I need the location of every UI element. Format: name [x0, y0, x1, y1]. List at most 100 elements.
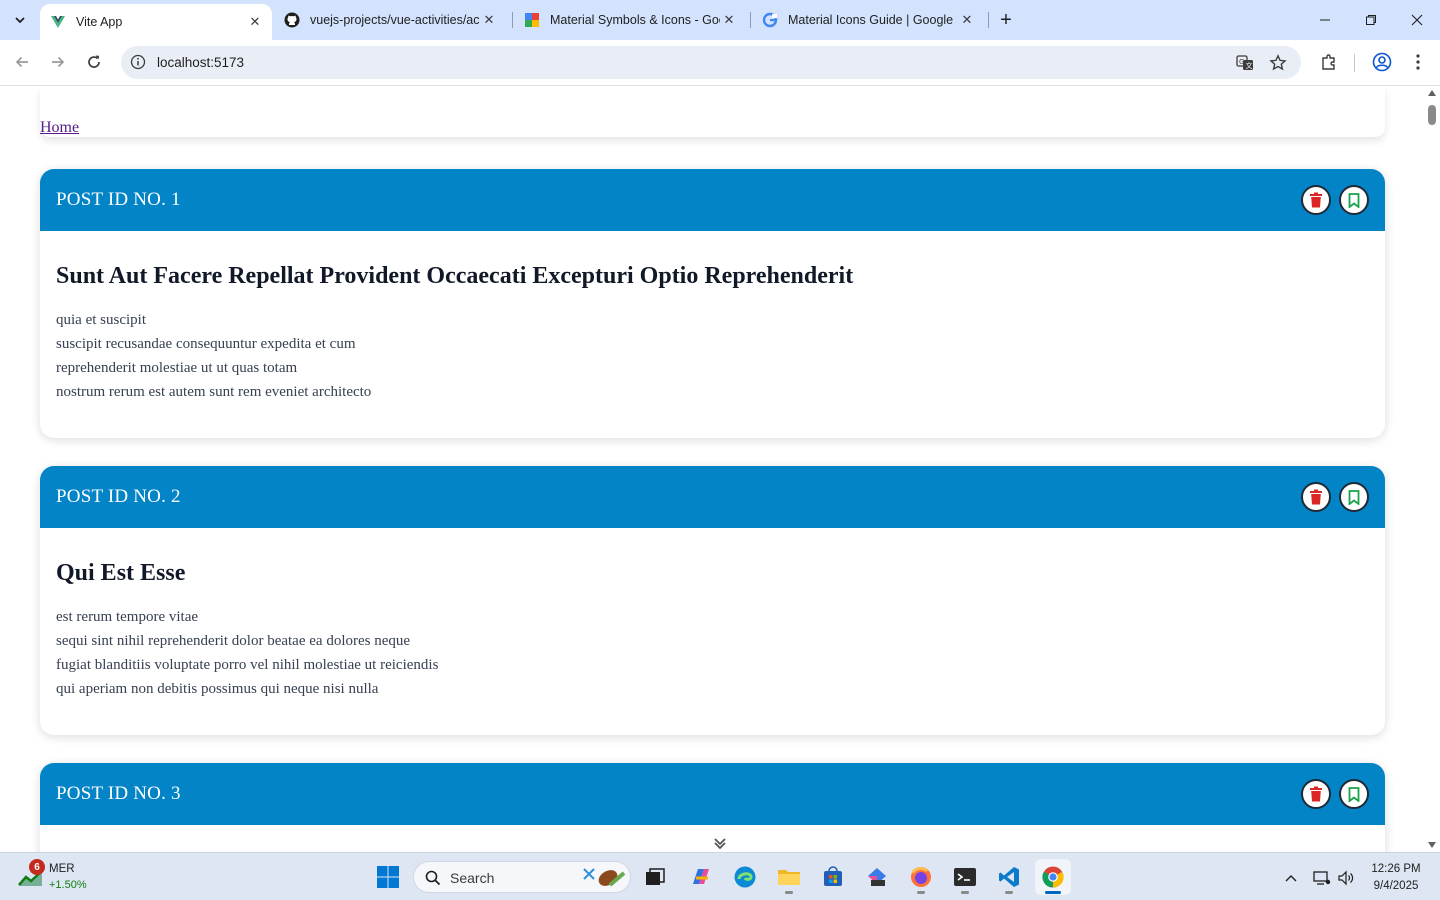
running-indicator	[961, 891, 969, 894]
new-tab-button[interactable]: +	[994, 8, 1018, 32]
task-view-icon	[646, 868, 665, 885]
folder-icon	[778, 870, 800, 885]
svg-text:文: 文	[1246, 61, 1253, 70]
start-button[interactable]	[370, 859, 406, 895]
vertical-scrollbar[interactable]	[1424, 87, 1440, 852]
tab-material-icons-guide[interactable]: Material Icons Guide | Google ✕	[762, 0, 984, 40]
reload-icon	[88, 55, 100, 68]
post-card: POST ID NO. 2 Qui Est Esse est rerum tem…	[40, 466, 1385, 735]
scroll-up-arrow[interactable]	[1428, 90, 1436, 96]
scroll-down-arrow[interactable]	[1428, 842, 1436, 848]
bookmark-icon	[1348, 786, 1360, 802]
restore-icon	[1366, 15, 1376, 25]
tab-title: Material Symbols & Icons - Goo	[550, 13, 720, 27]
site-info-icon[interactable]	[129, 53, 147, 71]
extensions-icon[interactable]	[1316, 49, 1342, 75]
search-icon	[425, 870, 441, 886]
address-bar[interactable]: localhost:5173 G文	[121, 46, 1301, 79]
post-body: est rerum tempore vitae sequi sint nihil…	[56, 609, 439, 697]
translate-icon[interactable]: G文	[1234, 52, 1256, 74]
close-tab-icon[interactable]: ✕	[480, 11, 498, 29]
tab-search-button[interactable]	[6, 6, 34, 34]
bookmark-icon	[1348, 192, 1360, 208]
top-navbar: Home	[40, 87, 1385, 137]
volume-icon[interactable]	[1335, 867, 1357, 889]
network-icon[interactable]	[1311, 867, 1333, 889]
reload-button[interactable]	[80, 48, 108, 76]
taskbar-vscode[interactable]	[991, 859, 1027, 895]
taskbar-search[interactable]: Search	[413, 861, 631, 893]
trash-icon	[1310, 786, 1322, 802]
post-id-label: POST ID NO. 2	[56, 486, 181, 507]
tab-vite-app[interactable]: Vite App ✕	[40, 4, 272, 40]
close-window-button[interactable]	[1394, 0, 1440, 40]
post-title: Qui Est Esse	[56, 560, 186, 586]
taskbar-edge[interactable]	[727, 859, 763, 895]
post-body: quia et suscipit suscipit recusandae con…	[56, 312, 372, 400]
search-label: Search	[450, 870, 495, 886]
taskbar-terminal[interactable]	[947, 859, 983, 895]
stock-symbol: MER	[49, 863, 75, 875]
arrow-back-icon	[15, 56, 28, 68]
page-viewport: Home POST ID NO. 1 Sunt Aut Facere Repel…	[0, 87, 1424, 852]
tab-title: vuejs-projects/vue-activities/ac	[310, 13, 480, 27]
taskbar-file-explorer[interactable]	[771, 859, 807, 895]
m365-icon	[868, 868, 886, 886]
task-view-button[interactable]	[637, 859, 673, 895]
minimize-button[interactable]	[1302, 0, 1348, 40]
back-button[interactable]	[8, 48, 36, 76]
post-id-label: POST ID NO. 3	[56, 783, 181, 804]
taskbar-chrome[interactable]	[1035, 859, 1071, 895]
bookmark-post-button[interactable]	[1339, 185, 1369, 215]
tab-github[interactable]: vuejs-projects/vue-activities/ac ✕	[284, 0, 506, 40]
bookmark-star-icon[interactable]	[1267, 52, 1289, 74]
tab-separator	[988, 12, 989, 28]
double-chevron-down-icon	[714, 838, 726, 850]
github-icon	[284, 12, 300, 28]
close-icon	[1411, 14, 1423, 26]
close-tab-icon[interactable]: ✕	[246, 13, 264, 31]
tab-separator	[512, 12, 513, 28]
edge-icon	[734, 866, 756, 888]
store-icon	[824, 866, 842, 886]
post-card: POST ID NO. 1 Sunt Aut Facere Repellat P…	[40, 169, 1385, 438]
profile-icon[interactable]	[1369, 49, 1395, 75]
forward-button[interactable]	[44, 48, 72, 76]
delete-post-button[interactable]	[1301, 482, 1331, 512]
close-tab-icon[interactable]: ✕	[958, 11, 976, 29]
close-tab-icon[interactable]: ✕	[720, 11, 738, 29]
terminal-icon	[954, 868, 976, 886]
clock-date: 9/4/2025	[1373, 880, 1419, 892]
tab-separator	[750, 12, 751, 28]
restore-button[interactable]	[1348, 0, 1394, 40]
bookmark-post-button[interactable]	[1339, 482, 1369, 512]
url-text: localhost:5173	[157, 55, 245, 70]
google-icon	[762, 12, 778, 28]
post-card-body: Qui Est Esse est rerum tempore vitae seq…	[40, 528, 1385, 735]
home-link[interactable]: Home	[40, 119, 79, 137]
taskbar-firefox[interactable]	[903, 859, 939, 895]
running-indicator	[1005, 891, 1013, 894]
trash-icon	[1310, 192, 1322, 208]
svg-text:G: G	[1239, 58, 1244, 66]
clock-time: 12:26 PM	[1371, 863, 1421, 875]
show-hidden-icons-icon[interactable]	[1280, 867, 1302, 889]
stock-widget[interactable]: 6 MER +1.50%	[18, 859, 108, 895]
running-indicator	[1045, 891, 1061, 894]
taskbar-m365[interactable]	[859, 859, 895, 895]
scroll-thumb[interactable]	[1428, 105, 1436, 125]
windows-taskbar: 6 MER +1.50% Search 12:26 PM 9/4/2025	[0, 852, 1440, 900]
firefox-icon	[911, 867, 931, 887]
taskbar-store[interactable]	[815, 859, 851, 895]
delete-post-button[interactable]	[1301, 185, 1331, 215]
post-card-header: POST ID NO. 2	[40, 466, 1385, 528]
search-highlight-icon	[583, 868, 626, 887]
tab-strip: Vite App ✕ vuejs-projects/vue-activities…	[0, 0, 1440, 40]
bookmark-post-button[interactable]	[1339, 779, 1369, 809]
delete-post-button[interactable]	[1301, 779, 1331, 809]
chevron-down-icon	[15, 17, 25, 24]
tab-material-symbols[interactable]: Material Symbols & Icons - Goo ✕	[524, 0, 746, 40]
taskbar-copilot[interactable]	[683, 859, 719, 895]
system-clock[interactable]: 12:26 PM 9/4/2025	[1360, 861, 1432, 895]
menu-kebab-icon[interactable]	[1405, 49, 1431, 75]
